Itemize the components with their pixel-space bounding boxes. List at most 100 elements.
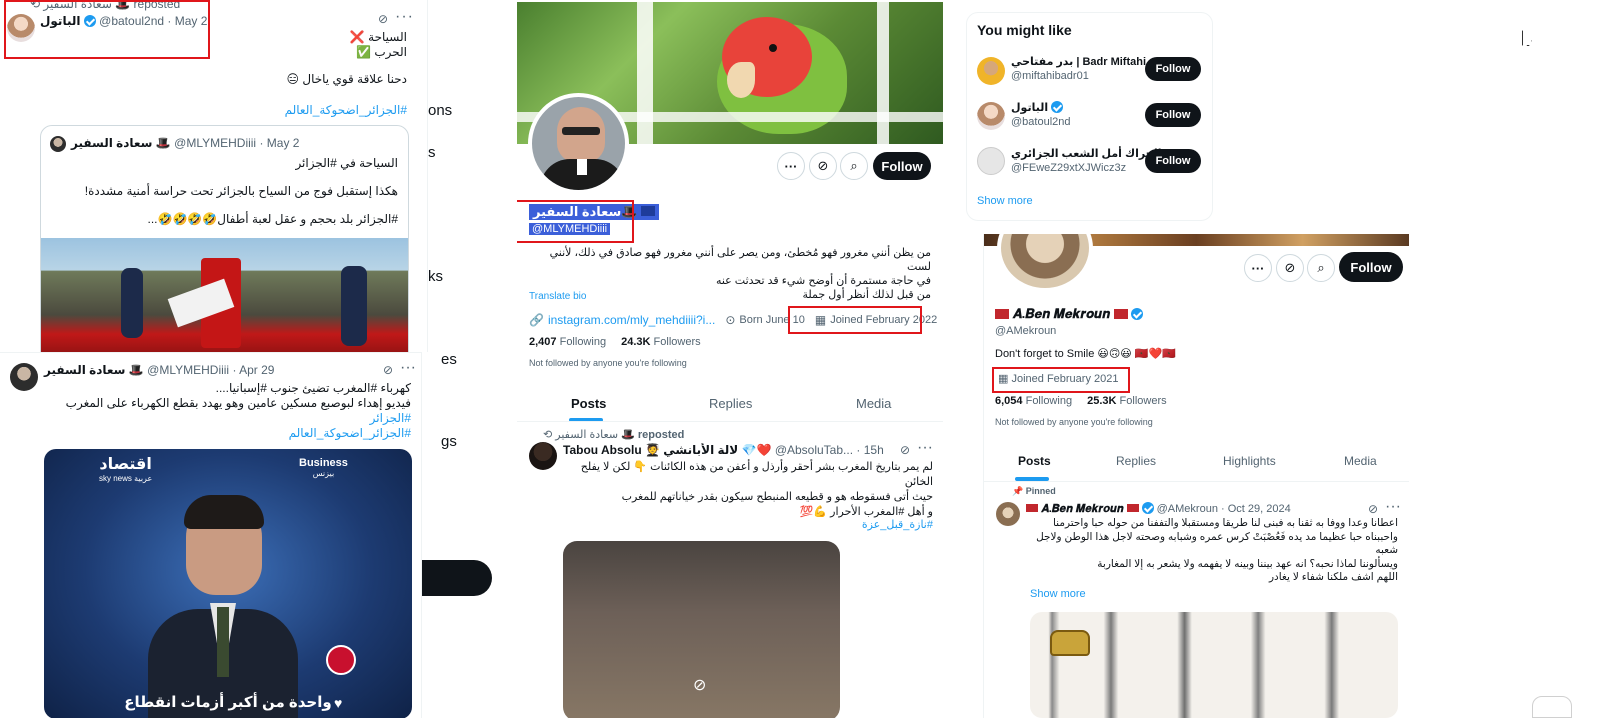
avatar[interactable] bbox=[7, 14, 35, 42]
follow-button[interactable]: Follow bbox=[1339, 252, 1403, 282]
hidden-media-icon[interactable]: ⊘ bbox=[693, 675, 706, 695]
follow-button[interactable]: Follow bbox=[1145, 57, 1201, 81]
search-icon[interactable]: ⌕ bbox=[840, 152, 868, 180]
more-options-icon[interactable]: ··· bbox=[777, 152, 805, 180]
avatar bbox=[50, 136, 66, 152]
top-hat-icon: 🎩 bbox=[115, 0, 131, 11]
suggestion-handle[interactable]: @FEweZ29xtXJWicz3z bbox=[1011, 162, 1126, 174]
scroll-edge-fragment bbox=[1532, 696, 1572, 718]
author-name: سعادة السفير bbox=[71, 136, 153, 150]
author-handle[interactable]: @MLYMEHDiiii bbox=[147, 363, 229, 377]
following-count[interactable]: 2,407 bbox=[529, 336, 557, 348]
post-text-line: دحنا علاقة قوي ياخال 😑 bbox=[286, 72, 408, 86]
more-options-icon[interactable]: ··· bbox=[400, 359, 416, 377]
follow-button[interactable]: Follow bbox=[1145, 149, 1201, 173]
post-author-line: سعادة السفير 🎩 @MLYMEHDiiii · Apr 29 bbox=[44, 363, 274, 377]
show-more-link[interactable]: Show more bbox=[1030, 588, 1086, 600]
suggestion-handle[interactable]: @miftahibadr01 bbox=[1011, 70, 1089, 82]
author-name[interactable]: Tabou Absolu 🧑‍🎓 لالة الأبانشي 💎❤️ bbox=[563, 443, 771, 457]
post-date[interactable]: · Apr 29 bbox=[232, 363, 274, 377]
quote-author-line: سعادة السفير 🎩 @MLYMEHDiiii · May 2 bbox=[71, 136, 300, 150]
suggestion-name[interactable]: الباتول bbox=[1011, 101, 1064, 114]
like-heart-icon[interactable]: ♥ bbox=[334, 695, 342, 711]
followers-count[interactable]: 25.3K bbox=[1087, 395, 1116, 407]
grok-icon[interactable]: ⊘ bbox=[383, 363, 393, 377]
quote-card[interactable]: سعادة السفير 🎩 @MLYMEHDiiii · May 2 السي… bbox=[40, 125, 409, 352]
avatar[interactable] bbox=[977, 102, 1005, 130]
author-name[interactable]: الباتول bbox=[40, 14, 80, 28]
verified-badge-icon bbox=[83, 15, 96, 27]
avatar[interactable] bbox=[529, 442, 557, 470]
website-link[interactable]: instagram.com/mly_mehdiiii?i... bbox=[548, 313, 715, 327]
post-button-fragment[interactable] bbox=[412, 560, 492, 596]
follow-button[interactable]: Follow bbox=[873, 152, 931, 180]
tab-replies[interactable]: Replies bbox=[1116, 454, 1156, 468]
post-media-image[interactable] bbox=[1030, 612, 1398, 718]
you-might-like-card: You might like بدر مفتاحي | Badr Miftahi… bbox=[966, 12, 1213, 221]
post-date[interactable]: · Oct 29, 2024 bbox=[1221, 503, 1291, 515]
more-options-icon[interactable]: ··· bbox=[1385, 498, 1401, 516]
grok-icon[interactable]: ⊘ bbox=[378, 12, 388, 26]
tab-replies[interactable]: Replies bbox=[709, 396, 752, 411]
more-options-icon[interactable]: ··· bbox=[1244, 254, 1272, 282]
repost-icon: ⟲ bbox=[30, 0, 41, 11]
mouse-cursor-icon bbox=[1522, 30, 1532, 46]
repost-by[interactable]: سعادة السفير bbox=[43, 0, 111, 11]
hidden-nav-fragment: ks bbox=[428, 268, 443, 285]
suggestion-name[interactable]: الحراك أمل الشعب الجزائري bbox=[1011, 147, 1162, 160]
tab-posts[interactable]: Posts bbox=[1018, 454, 1051, 468]
post-date[interactable]: · 15h bbox=[856, 443, 883, 457]
grok-icon[interactable]: ⊘ bbox=[1368, 502, 1378, 516]
grok-icon[interactable]: ⊘ bbox=[1276, 254, 1304, 282]
avatar[interactable] bbox=[977, 57, 1005, 85]
tab-highlights[interactable]: Highlights bbox=[1223, 454, 1276, 468]
flag-icon bbox=[1113, 309, 1128, 319]
suggestion-handle[interactable]: @batoul2nd bbox=[1011, 116, 1071, 128]
following-count[interactable]: 6,054 bbox=[995, 395, 1023, 407]
hashtag-link[interactable]: #الجزائر_اضحوكة_العالم bbox=[41, 426, 411, 441]
sensitive-media[interactable]: ⊘ bbox=[563, 541, 840, 718]
avatar[interactable] bbox=[10, 363, 38, 391]
author-handle[interactable]: @batoul2nd bbox=[99, 14, 164, 28]
profile-avatar[interactable] bbox=[528, 93, 629, 194]
hashtag-link[interactable]: #الجزائر_اضحوكة_العالم bbox=[107, 103, 407, 117]
calendar-icon: ▦ bbox=[998, 373, 1009, 385]
video-caption: واحدة من أكبر أزمات انقطاع bbox=[124, 694, 332, 711]
top-hat-icon: 🎩 bbox=[128, 363, 144, 377]
show-more-link[interactable]: Show more bbox=[977, 195, 1033, 207]
more-options-icon[interactable]: ··· bbox=[395, 8, 414, 26]
author-name[interactable]: 𝑨.𝑩𝒆𝒏 𝑴𝒆𝒌𝒓𝒐𝒖𝒏 bbox=[1041, 503, 1123, 515]
grok-icon[interactable]: ⊘ bbox=[900, 443, 910, 457]
tab-media[interactable]: Media bbox=[1344, 454, 1377, 468]
quote-media-image[interactable] bbox=[41, 238, 408, 352]
hidden-nav-fragment: ons bbox=[428, 102, 453, 119]
avatar[interactable] bbox=[996, 502, 1020, 526]
tab-posts[interactable]: Posts bbox=[571, 396, 606, 411]
calendar-icon: ▦ bbox=[814, 313, 827, 327]
profile-avatar[interactable] bbox=[997, 234, 1093, 292]
follow-button[interactable]: Follow bbox=[1145, 103, 1201, 127]
hashtag-link[interactable]: #نازة_قبل_عزة bbox=[563, 518, 933, 531]
followers-count[interactable]: 24.3K bbox=[621, 336, 650, 348]
more-options-icon[interactable]: ··· bbox=[917, 439, 933, 457]
sky-news-badge bbox=[326, 645, 356, 675]
author-name[interactable]: سعادة السفير bbox=[44, 363, 126, 377]
hidden-nav-fragment: s bbox=[428, 144, 436, 161]
flag-icon bbox=[641, 206, 656, 216]
card-title: You might like bbox=[977, 22, 1072, 38]
post-text: كهرباء #المغرب تضيئ جنوب #إسبانيا.... في… bbox=[41, 381, 411, 441]
tab-media[interactable]: Media bbox=[856, 396, 891, 411]
post-date[interactable]: · May 2 bbox=[167, 14, 207, 28]
post-text: لم يمر بتاريخ المغرب بشر أحقر وأرذل و أع… bbox=[580, 461, 933, 518]
author-handle[interactable]: @AbsoluTab... bbox=[775, 443, 853, 457]
profile-handle: @AMekroun bbox=[995, 325, 1057, 337]
suggestion-name[interactable]: بدر مفتاحي | Badr Miftahi bbox=[1011, 55, 1146, 68]
search-icon[interactable]: ⌕ bbox=[1307, 254, 1335, 282]
author-handle[interactable]: @AMekroun bbox=[1157, 503, 1218, 515]
divider bbox=[984, 481, 1409, 482]
grok-icon[interactable]: ⊘ bbox=[809, 152, 837, 180]
translate-bio-link[interactable]: Translate bio bbox=[529, 291, 586, 302]
hashtag-link[interactable]: #الجزائر bbox=[41, 411, 411, 426]
video-player[interactable]: اقتصاد sky news عربية Business بيزنس واح… bbox=[44, 449, 412, 718]
avatar[interactable] bbox=[977, 147, 1005, 175]
